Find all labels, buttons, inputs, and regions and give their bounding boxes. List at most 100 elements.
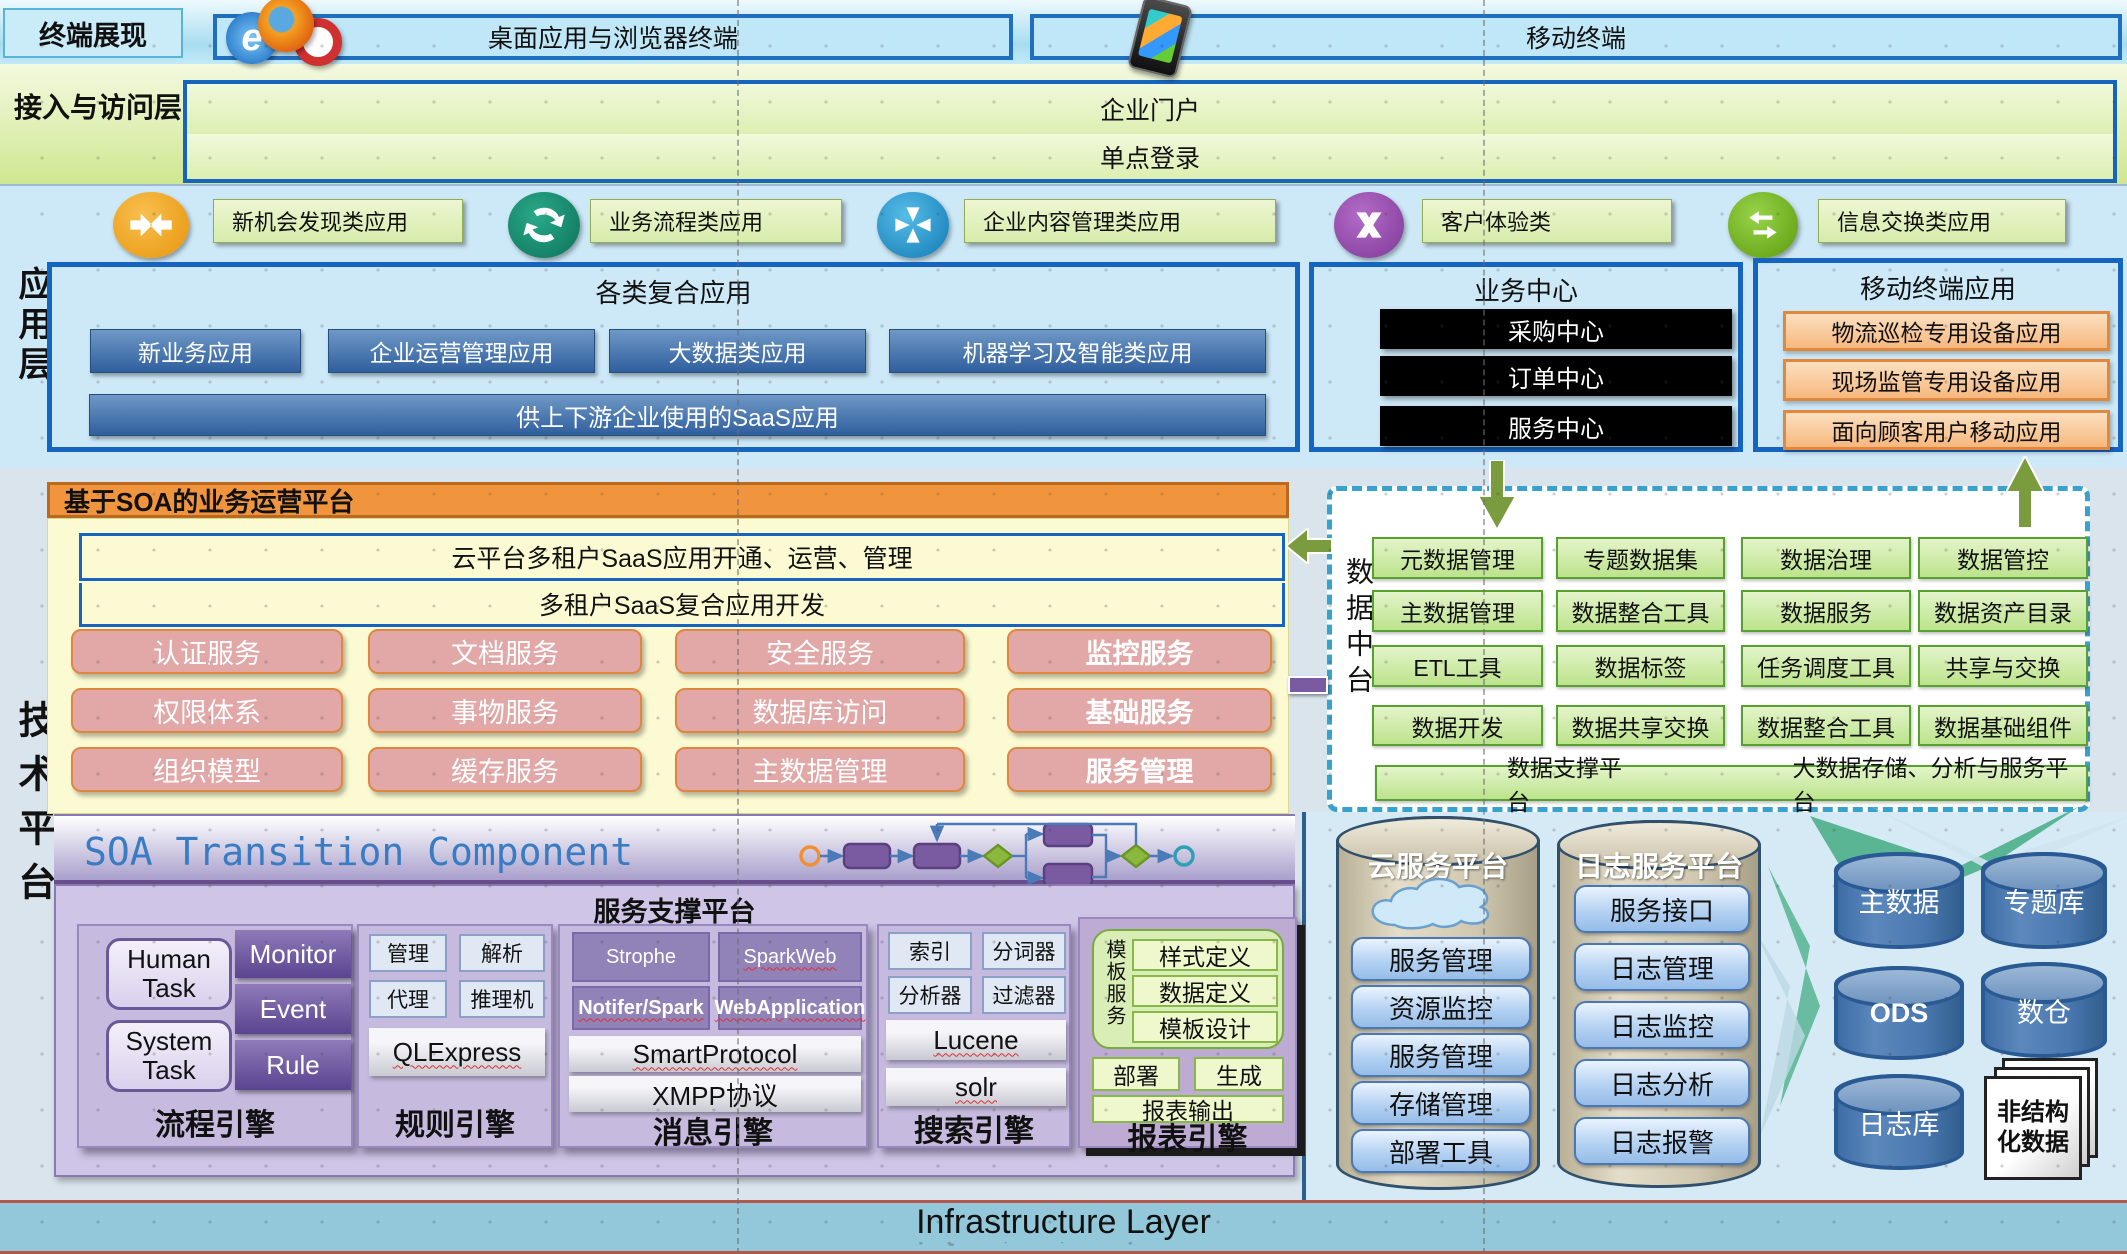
data-cell: 数据标签 — [1556, 645, 1725, 687]
event-box: Event — [235, 984, 351, 1034]
cloud-platform-cylinder: 云服务平台 服务管理 资源监控 服务管理 存储管理 部署工具 — [1336, 816, 1540, 1190]
template-service-label: 模板服务 — [1100, 939, 1129, 1043]
data-cell: 任务调度工具 — [1741, 645, 1911, 687]
template-item: 模板设计 — [1132, 1011, 1278, 1043]
cloud-item: 部署工具 — [1351, 1129, 1531, 1173]
smartprotocol-label: SmartProtocol — [633, 1039, 798, 1070]
category-box-information-exchange: 信息交换类应用 — [1818, 199, 2066, 243]
data-platform-bottom-bar: 数据支撑平台 大数据存储、分析与服务平台 — [1375, 765, 2088, 801]
message-engine-label: 消息引擎 — [560, 1112, 866, 1148]
template-service-group: 模板服务 样式定义 数据定义 模板设计 — [1092, 929, 1284, 1049]
data-cell: 数据开发 — [1372, 705, 1543, 746]
data-cell: 专题数据集 — [1556, 537, 1725, 579]
service-box: 监控服务 — [1007, 629, 1272, 674]
search-module: 分词器 — [982, 932, 1066, 970]
lucene-bar: Lucene — [886, 1020, 1066, 1060]
terminal-display-label: 终端展现 — [39, 14, 147, 53]
event-label: Event — [260, 994, 327, 1025]
category-label: 新机会发现类应用 — [232, 205, 408, 237]
saas-apps-label: 供上下游企业使用的SaaS应用 — [516, 398, 839, 433]
category-box-content-management: 企业内容管理类应用 — [964, 199, 1276, 243]
center-item-label: 服务中心 — [1508, 409, 1604, 444]
service-label: 主数据管理 — [753, 750, 888, 789]
data-support-platform-label: 数据支撑平台 — [1507, 749, 1642, 817]
cloud-item-label: 部署工具 — [1389, 1133, 1493, 1170]
log-item-label: 服务接口 — [1610, 891, 1714, 928]
message-module-label: SparkWeb — [743, 946, 836, 969]
collect-arrows-icon — [877, 192, 949, 258]
search-engine-label: 搜索引擎 — [879, 1110, 1069, 1146]
service-label: 缓存服务 — [451, 750, 559, 789]
data-cell: 数据管控 — [1918, 537, 2088, 579]
service-label: 基础服务 — [1086, 691, 1194, 730]
data-cell: 主数据管理 — [1372, 590, 1543, 632]
center-item-label: 采购中心 — [1508, 312, 1604, 347]
deploy-label: 部署 — [1113, 1057, 1159, 1091]
app-button-label: 新业务应用 — [138, 334, 253, 368]
data-cell: 数据整合工具 — [1556, 590, 1725, 632]
smartprotocol-bar: SmartProtocol — [569, 1036, 861, 1072]
soa-platform-header: 基于SOA的业务运营平台 — [47, 482, 1289, 518]
mobile-app-item: 现场监管专用设备应用 — [1783, 359, 2110, 401]
mobile-terminal-label: 移动终端 — [1526, 19, 1626, 55]
service-label: 文档服务 — [451, 632, 559, 671]
rule-module: 代理 — [369, 980, 447, 1018]
service-box: 认证服务 — [71, 629, 343, 674]
composite-apps-box: 各类复合应用 新业务应用 企业运营管理应用 大数据类应用 机器学习及智能类应用 … — [47, 262, 1300, 452]
mobile-app-label: 面向顾客用户移动应用 — [1832, 413, 2062, 447]
desktop-terminal-label: 桌面应用与浏览器终端 — [488, 19, 738, 55]
service-box: 主数据管理 — [675, 747, 965, 792]
log-item-label: 日志监控 — [1610, 1007, 1714, 1044]
infrastructure-label-reflection: Infrastructure Layer — [916, 1242, 1211, 1251]
search-module-label: 分析器 — [899, 980, 962, 1010]
log-item-label: 日志报警 — [1610, 1123, 1714, 1160]
soa-transition-title: SOA Transition Component — [84, 830, 633, 874]
access-layer-title: 接入与访问层 — [14, 86, 182, 126]
service-label: 监控服务 — [1086, 632, 1194, 671]
subject-db-label: 专题库 — [2004, 881, 2085, 920]
message-engine-panel: Strophe SparkWeb Notifer/Spark WebApplic… — [558, 924, 868, 1148]
sso-bar: 单点登录 — [183, 134, 2117, 183]
data-cell-label: 数据整合工具 — [1572, 594, 1710, 628]
business-center-title: 业务中心 — [1314, 273, 1738, 305]
center-item-label: 订单中心 — [1508, 359, 1604, 394]
log-db-label: 日志库 — [1859, 1103, 1940, 1142]
rule-module: 解析 — [459, 934, 545, 972]
xmpp-bar: XMPP协议 — [569, 1076, 861, 1112]
service-box: 文档服务 — [368, 629, 642, 674]
unstructured-data-stack: 非结构 化数据 — [1984, 1058, 2104, 1180]
service-label: 事物服务 — [451, 691, 559, 730]
generate-box: 生成 — [1194, 1057, 1284, 1091]
deploy-box: 部署 — [1092, 1057, 1180, 1091]
data-cell: ETL工具 — [1372, 645, 1543, 687]
service-box: 基础服务 — [1007, 688, 1272, 733]
mobile-apps-box: 移动终端应用 物流巡检专用设备应用 现场监管专用设备应用 面向顾客用户移动应用 — [1753, 258, 2123, 452]
category-box-customer-experience: 客户体验类 — [1422, 199, 1672, 243]
app-button-label: 机器学习及智能类应用 — [963, 334, 1193, 368]
mobile-app-label: 现场监管专用设备应用 — [1832, 363, 2062, 397]
template-item-label: 模板设计 — [1159, 1010, 1251, 1044]
cloud-item-label: 服务管理 — [1389, 941, 1493, 978]
rule-module-label: 代理 — [387, 984, 429, 1014]
app-button-label: 大数据类应用 — [669, 334, 807, 368]
message-module-label: Strophe — [606, 946, 676, 969]
data-cell-label: 数据共享交换 — [1572, 709, 1710, 743]
log-item: 日志监控 — [1574, 1001, 1750, 1049]
infrastructure-label: Infrastructure Layer — [916, 1203, 1211, 1242]
log-item: 日志分析 — [1574, 1059, 1750, 1107]
saas-dev-bar: 多租户SaaS复合应用开发 — [79, 583, 1285, 627]
app-button: 企业运营管理应用 — [328, 329, 595, 373]
rule-module: 推理机 — [459, 980, 545, 1018]
data-cell: 数据资产目录 — [1918, 590, 2088, 632]
human-task-box: Human Task — [106, 938, 232, 1010]
service-label: 数据库访问 — [753, 691, 888, 730]
cloud-icon — [1365, 877, 1515, 939]
data-cell-label: 专题数据集 — [1583, 541, 1698, 575]
category-box-new-opportunity: 新机会发现类应用 — [213, 199, 463, 243]
log-item-label: 日志分析 — [1610, 1065, 1714, 1102]
service-box: 事物服务 — [368, 688, 642, 733]
search-module: 索引 — [888, 932, 972, 970]
cloud-item: 资源监控 — [1351, 985, 1531, 1029]
data-cell-label: 主数据管理 — [1400, 594, 1515, 628]
template-item-label: 样式定义 — [1159, 938, 1251, 972]
